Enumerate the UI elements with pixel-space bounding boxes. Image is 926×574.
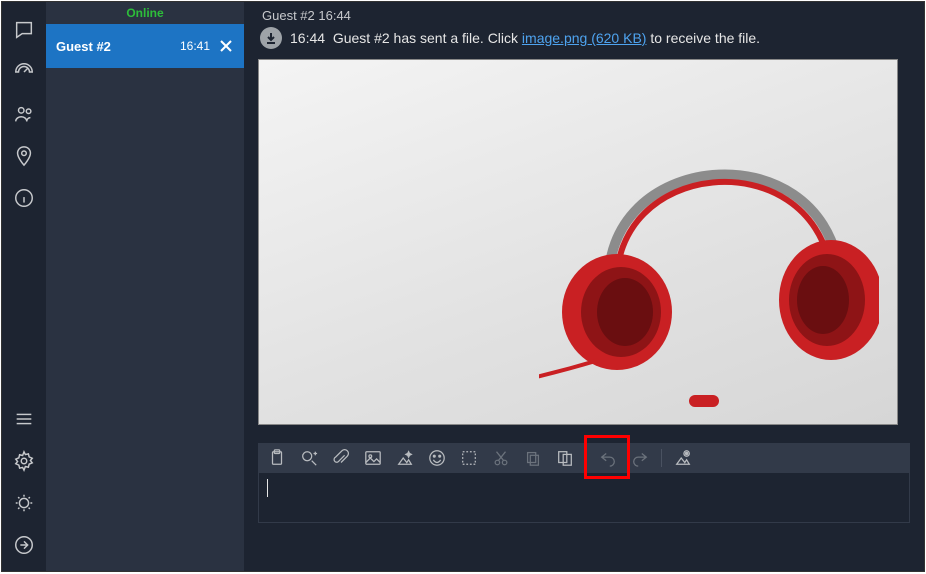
chat-icon[interactable] — [10, 16, 38, 44]
download-icon[interactable] — [260, 27, 282, 49]
msg-prefix: Guest #2 has sent a file. Click — [333, 30, 518, 46]
headphones-illustration — [539, 90, 879, 410]
copy-tool[interactable] — [522, 447, 544, 469]
redo-tool[interactable] — [629, 447, 651, 469]
file-link[interactable]: image.png (620 KB) — [522, 30, 647, 46]
msg-time: 16:44 — [290, 30, 325, 46]
session-name: Guest #2 — [56, 39, 180, 54]
message-input[interactable] — [258, 473, 910, 523]
undo-tool[interactable] — [597, 447, 619, 469]
separator — [586, 449, 587, 467]
imagefx-tool[interactable] — [394, 447, 416, 469]
template-tool[interactable] — [298, 447, 320, 469]
clipboard-tool[interactable] — [554, 447, 576, 469]
users-icon[interactable] — [10, 100, 38, 128]
separator — [661, 449, 662, 467]
image-preview-tool[interactable] — [672, 447, 694, 469]
info-icon[interactable] — [10, 184, 38, 212]
chat-area: Guest #2 16:44 16:44 Guest #2 has sent a… — [244, 2, 924, 571]
session-item[interactable]: Guest #2 16:41 — [46, 24, 244, 68]
editor-toolbar — [258, 443, 910, 473]
chat-header: Guest #2 16:44 — [258, 8, 910, 23]
attach-tool[interactable] — [330, 447, 352, 469]
image-tool[interactable] — [362, 447, 384, 469]
settings-icon[interactable] — [10, 447, 38, 475]
status-label: Online — [46, 2, 244, 24]
nav-rail — [2, 2, 46, 571]
close-icon[interactable] — [218, 38, 234, 54]
menu-icon[interactable] — [10, 405, 38, 433]
image-preview[interactable] — [258, 59, 898, 425]
logout-icon[interactable] — [10, 531, 38, 559]
crop-tool[interactable] — [458, 447, 480, 469]
sidebar: Online Guest #2 16:41 — [46, 2, 244, 571]
location-icon[interactable] — [10, 142, 38, 170]
dashboard-icon[interactable] — [10, 58, 38, 86]
theme-icon[interactable] — [10, 489, 38, 517]
cut-tool[interactable] — [490, 447, 512, 469]
emoji-tool[interactable] — [426, 447, 448, 469]
text-cursor — [267, 479, 268, 497]
msg-suffix: to receive the file. — [650, 30, 760, 46]
paste-tool[interactable] — [266, 447, 288, 469]
file-message: 16:44 Guest #2 has sent a file. Click im… — [258, 27, 910, 49]
session-time: 16:41 — [180, 39, 210, 53]
